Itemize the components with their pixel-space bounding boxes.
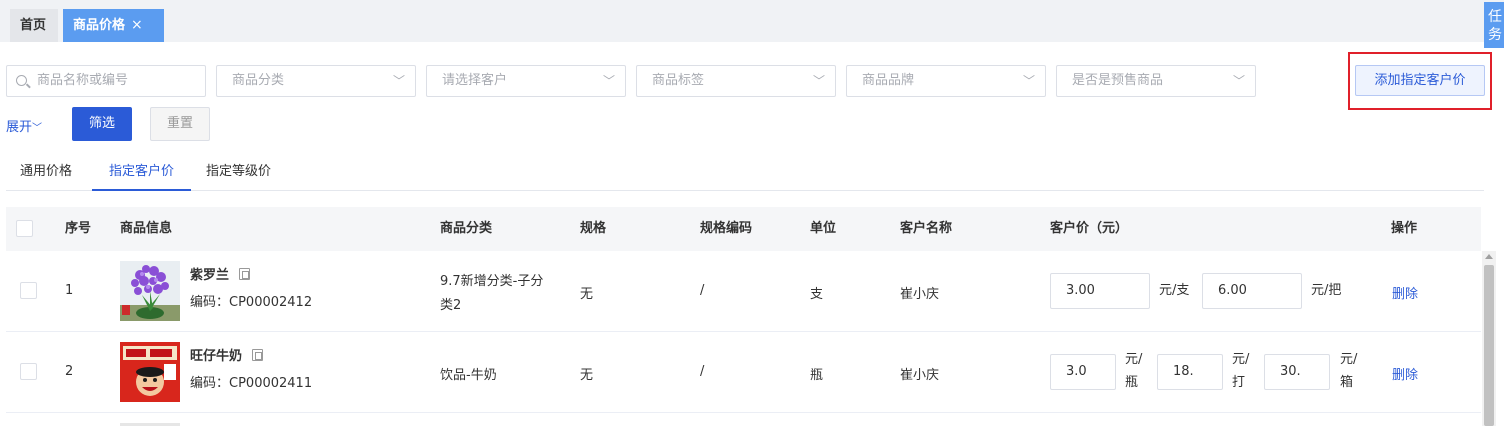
customer-name: 崔小庆 <box>900 287 940 302</box>
copy-icon[interactable] <box>252 349 264 361</box>
side-task-tab[interactable]: 任务 <box>1484 2 1504 48</box>
price-input[interactable]: 18. <box>1157 354 1223 390</box>
table-scrollbar[interactable] <box>1482 251 1496 426</box>
chevron-down-icon: ﹀ <box>32 123 43 134</box>
table-row: 2 旺仔牛奶 编码：CP00002411 饮品-牛奶 无 / 瓶 崔小庆 3.0… <box>6 332 1481 413</box>
expand-label: 展开 <box>6 120 33 135</box>
brand-select[interactable]: 商品品牌 ﹀ <box>846 65 1046 97</box>
tab-home[interactable]: 首页 <box>10 9 58 42</box>
spec-code: / <box>700 364 705 379</box>
tab-product-price-label: 商品价格 <box>73 18 126 33</box>
delete-link[interactable]: 删除 <box>1392 364 1418 383</box>
col-product-info: 商品信息 <box>120 221 173 236</box>
chevron-down-icon: ﹀ <box>1232 74 1245 88</box>
col-spec: 规格 <box>580 221 607 236</box>
tab-product-price[interactable]: 商品价格 × <box>63 9 164 42</box>
select-all-checkbox[interactable] <box>16 220 33 237</box>
category-select-label: 商品分类 <box>232 73 285 88</box>
price-unit-line1: 元/ <box>1125 352 1143 367</box>
scrollbar-thumb[interactable] <box>1484 265 1494 426</box>
table-row <box>6 413 1481 426</box>
price-unit-line2: 打 <box>1232 375 1246 390</box>
product-code: 编码：CP00002412 <box>190 295 313 310</box>
brand-select-label: 商品品牌 <box>862 73 915 88</box>
search-icon <box>16 75 27 86</box>
customer-select[interactable]: 请选择客户 ﹀ <box>426 65 626 97</box>
spec-code: / <box>700 283 705 298</box>
delete-link[interactable]: 删除 <box>1392 283 1418 302</box>
unit: 支 <box>810 287 824 302</box>
close-icon[interactable]: × <box>131 17 143 33</box>
spec: 无 <box>580 287 594 302</box>
table-header: 序号 商品信息 商品分类 规格 规格编码 单位 客户名称 客户价（元） 操作 <box>6 207 1481 251</box>
category-select[interactable]: 商品分类 ﹀ <box>216 65 416 97</box>
tab-home-label: 首页 <box>20 18 47 33</box>
presale-select[interactable]: 是否是预售商品 ﹀ <box>1056 65 1256 97</box>
price-input[interactable]: 3.00 <box>1050 273 1150 309</box>
presale-select-label: 是否是预售商品 <box>1072 73 1164 88</box>
price-unit: 元/支 <box>1159 283 1190 298</box>
filter-button[interactable]: 筛选 <box>72 107 132 141</box>
reset-button[interactable]: 重置 <box>150 107 210 141</box>
col-category: 商品分类 <box>440 221 493 236</box>
col-action: 操作 <box>1391 221 1418 236</box>
price-unit-line2: 箱 <box>1340 375 1354 390</box>
product-name-text: 旺仔牛奶 <box>190 349 243 364</box>
search-input[interactable]: 商品名称或编号 <box>6 65 206 97</box>
tag-select-label: 商品标签 <box>652 73 705 88</box>
product-name: 紫罗兰 <box>190 264 251 283</box>
product-code: 编码：CP00002411 <box>190 376 313 391</box>
product-name-text: 紫罗兰 <box>190 268 230 283</box>
price-unit: 元/把 <box>1311 283 1342 298</box>
product-category-line1: 9.7新增分类-子分 <box>440 274 544 289</box>
col-customer-name: 客户名称 <box>900 221 953 236</box>
row-checkbox[interactable] <box>20 282 37 299</box>
price-input[interactable]: 3.0 <box>1050 354 1116 390</box>
expand-toggle[interactable]: 展开﹀ <box>6 116 42 135</box>
chevron-down-icon: ﹀ <box>1022 74 1035 88</box>
tag-select[interactable]: 商品标签 ﹀ <box>636 65 836 97</box>
price-unit-line1: 元/ <box>1340 352 1358 367</box>
col-index: 序号 <box>65 221 92 236</box>
chevron-down-icon: ﹀ <box>602 74 615 88</box>
col-spec-code: 规格编码 <box>700 221 753 236</box>
row-checkbox[interactable] <box>20 363 37 380</box>
price-type-tabs: 通用价格 指定客户价 指定等级价 <box>6 155 1484 191</box>
chevron-down-icon: ﹀ <box>812 74 825 88</box>
tab-general-price[interactable]: 通用价格 <box>20 155 72 191</box>
col-unit: 单位 <box>810 221 837 236</box>
table-row: 1 紫罗兰 编码：CP00002412 9.7新增分类-子分 类2 无 / 支 … <box>6 251 1481 332</box>
price-unit-line2: 瓶 <box>1125 375 1139 390</box>
row-index: 1 <box>65 283 74 298</box>
unit: 瓶 <box>810 368 824 383</box>
chevron-down-icon: ﹀ <box>392 74 405 88</box>
spec: 无 <box>580 368 594 383</box>
customer-select-label: 请选择客户 <box>442 73 508 88</box>
product-image-violet <box>120 261 180 321</box>
product-category-line2: 类2 <box>440 298 462 313</box>
row-index: 2 <box>65 364 74 379</box>
product-name: 旺仔牛奶 <box>190 345 264 364</box>
price-input[interactable]: 6.00 <box>1202 273 1302 309</box>
customer-name: 崔小庆 <box>900 368 940 383</box>
tab-level-price[interactable]: 指定等级价 <box>206 155 271 191</box>
copy-icon[interactable] <box>239 268 251 280</box>
col-customer-price: 客户价（元） <box>1050 221 1129 236</box>
price-input[interactable]: 30. <box>1264 354 1330 390</box>
tab-strip <box>0 0 1504 42</box>
scroll-up-icon[interactable] <box>1485 254 1493 259</box>
product-category: 饮品-牛奶 <box>440 368 497 383</box>
product-image-milk <box>120 342 180 402</box>
tab-customer-price[interactable]: 指定客户价 <box>92 155 191 191</box>
search-placeholder: 商品名称或编号 <box>37 73 129 88</box>
price-unit-line1: 元/ <box>1232 352 1250 367</box>
highlight-frame <box>1348 52 1492 110</box>
